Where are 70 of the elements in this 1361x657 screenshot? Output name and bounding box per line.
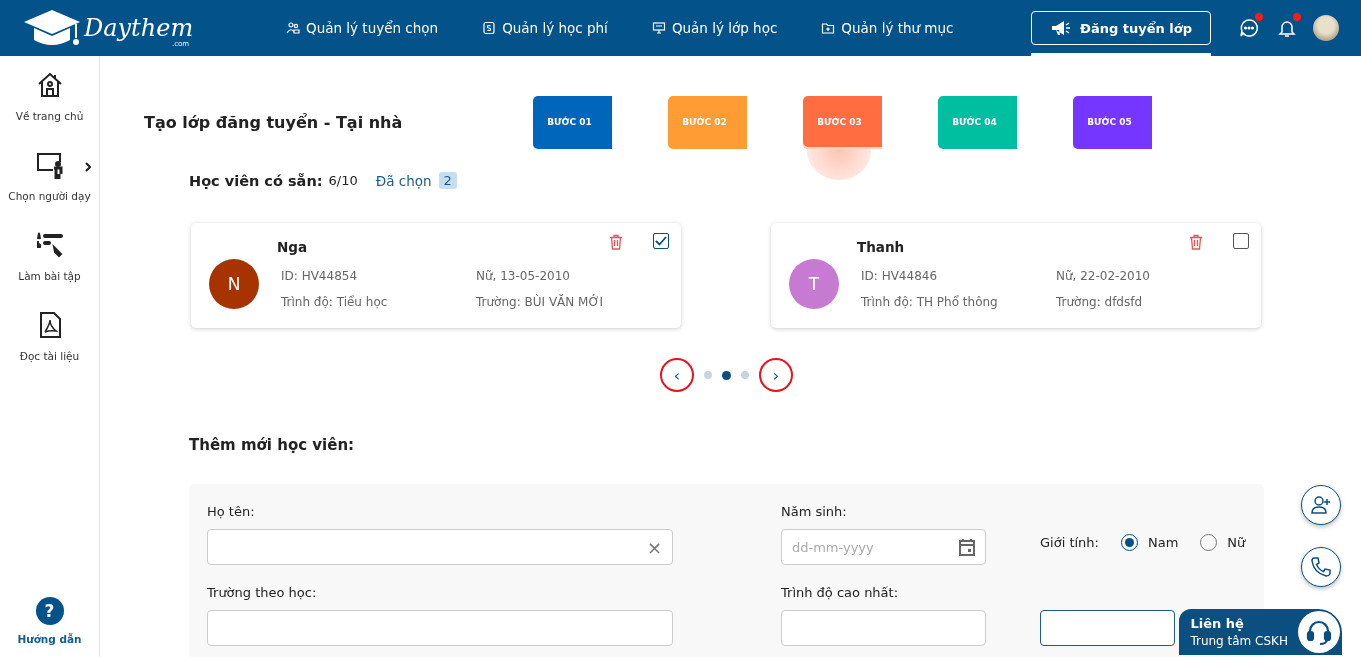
field-label: Giới tính:	[1040, 535, 1099, 550]
gender-radio[interactable]: Nữ	[1200, 534, 1246, 551]
name-input[interactable]: ×	[207, 529, 673, 565]
graduation-cap-icon	[22, 8, 82, 48]
step-tab[interactable]: BƯỚC 01	[533, 95, 612, 149]
help-link[interactable]: ? Hướng dẫn	[0, 597, 99, 645]
student-name: Nga	[277, 239, 308, 255]
nav-link[interactable]: Quản lý lớp học	[651, 20, 778, 36]
available-count: 6/10	[328, 173, 358, 188]
field-label: Trường theo học:	[207, 585, 318, 600]
phone-button[interactable]	[1301, 547, 1341, 587]
chat-icon[interactable]	[1237, 16, 1261, 40]
dollar-icon	[482, 21, 497, 35]
field-label: Trình độ cao nhất:	[781, 585, 900, 600]
folder-icon	[821, 21, 836, 35]
trash-icon[interactable]	[1189, 234, 1203, 250]
next-button[interactable]: ›	[759, 358, 793, 392]
avatar-initial: T	[789, 259, 839, 309]
student-id: ID: HV44846	[861, 269, 939, 283]
page-title: Tạo lớp đăng tuyển - Tại nhà	[144, 112, 404, 132]
sidebar-item[interactable]: Làm bài tập	[0, 230, 99, 282]
student-gender-dob: Nữ, 13-05-2010	[476, 269, 571, 283]
nav-link[interactable]: Quản lý học phí	[482, 20, 608, 36]
bell-icon[interactable]	[1275, 16, 1299, 40]
phone-icon	[1310, 556, 1332, 578]
student-id: ID: HV44854	[281, 269, 359, 283]
page-dot[interactable]	[704, 371, 712, 379]
trash-icon[interactable]	[609, 234, 623, 250]
select-checkbox[interactable]	[653, 233, 669, 249]
calendar-icon[interactable]	[959, 538, 975, 556]
student-level: Trình độ: Tiểu học	[281, 295, 389, 309]
page-dot[interactable]	[722, 370, 731, 380]
add-user-icon	[1310, 494, 1332, 516]
post-class-button[interactable]: Đăng tuyển lớp	[1031, 11, 1211, 45]
nav-link[interactable]: Quản lý thư mục	[821, 20, 954, 36]
clear-icon[interactable]: ×	[646, 536, 662, 558]
field-label: Họ tên:	[207, 504, 256, 519]
section-title: Thêm mới học viên:	[189, 436, 356, 454]
megaphone-icon	[1050, 20, 1072, 36]
people-icon	[286, 21, 300, 35]
input-field[interactable]	[1040, 610, 1175, 646]
student-level: Trình độ: TH Phổ thông	[861, 295, 999, 309]
add-user-button[interactable]	[1301, 485, 1341, 525]
quiz-icon	[34, 230, 65, 260]
headset-icon	[1305, 618, 1333, 646]
field-label: Năm sinh:	[781, 504, 848, 519]
page-dot[interactable]	[741, 371, 749, 379]
selected-label: Đã chọn	[375, 172, 432, 189]
sidebar-item[interactable]: Chọn người dạy	[0, 150, 99, 202]
gender-radio[interactable]: Nam	[1120, 534, 1179, 551]
logo-text[interactable]: Daythem	[84, 14, 194, 42]
selected-count-badge: 2	[438, 172, 457, 189]
contact-button[interactable]: Liên hệ Trung tâm CSKH	[1179, 609, 1342, 655]
presentation-icon	[651, 21, 666, 35]
avatar-initial: N	[209, 259, 259, 309]
student-school: Trường: BÙI VĂN MỚI	[476, 295, 604, 309]
student-school: Trường: dfdsfd	[1056, 295, 1144, 309]
sidebar-item[interactable]: Về trang chủ	[0, 70, 99, 122]
select-checkbox[interactable]	[1233, 233, 1249, 249]
student-gender-dob: Nữ, 22-02-2010	[1056, 269, 1151, 283]
available-students-label: Học viên có sẵn:	[189, 172, 323, 189]
step-tab[interactable]: BƯỚC 05	[1073, 95, 1152, 149]
sidebar-item[interactable]: Đọc tài liệu	[0, 310, 99, 362]
nav-link[interactable]: Quản lý tuyển chọn	[286, 20, 439, 36]
teacher-board-icon	[34, 150, 65, 180]
chevron-right-icon[interactable]	[85, 162, 91, 172]
user-avatar[interactable]	[1313, 15, 1339, 41]
previous-button[interactable]: ‹	[660, 358, 694, 392]
student-name: Thanh	[857, 239, 905, 255]
school-input[interactable]	[207, 610, 673, 646]
